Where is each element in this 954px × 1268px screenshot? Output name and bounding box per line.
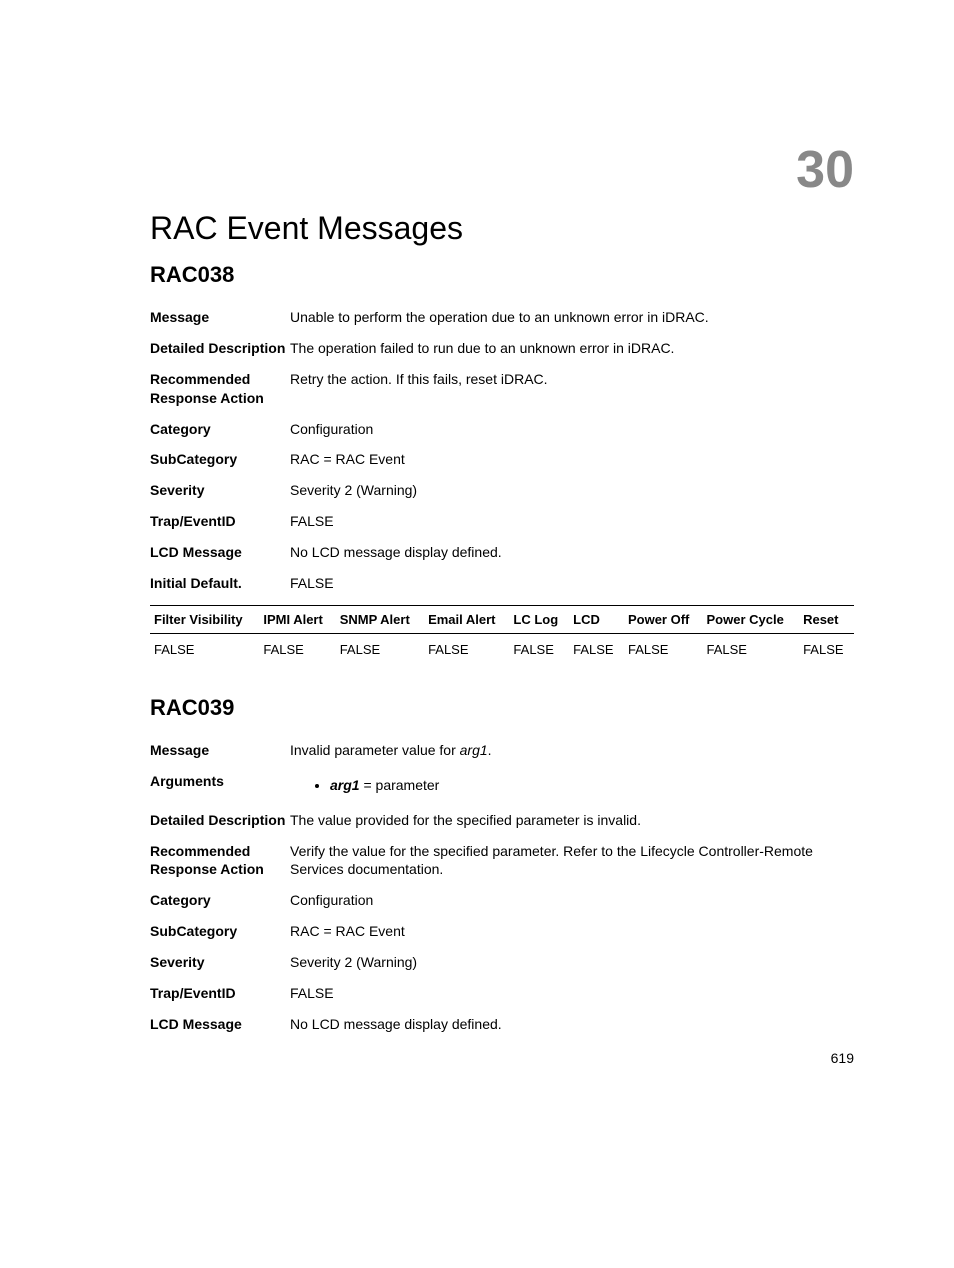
td-lcd: FALSE (569, 633, 624, 665)
td-ipmi-alert: FALSE (259, 633, 335, 665)
message-prefix: Invalid parameter value for (290, 742, 460, 758)
td-email-alert: FALSE (424, 633, 509, 665)
th-lc-log: LC Log (509, 605, 569, 633)
field-row: Trap/EventID FALSE (150, 512, 854, 531)
field-value-detailed: The operation failed to run due to an un… (290, 339, 854, 358)
field-label-arguments: Arguments (150, 772, 290, 799)
th-lcd: LCD (569, 605, 624, 633)
field-row: Severity Severity 2 (Warning) (150, 953, 854, 972)
field-value-trap: FALSE (290, 984, 854, 1003)
field-label-trap: Trap/EventID (150, 512, 290, 531)
field-label-subcategory: SubCategory (150, 450, 290, 469)
field-row: SubCategory RAC = RAC Event (150, 450, 854, 469)
field-label-lcd: LCD Message (150, 1015, 290, 1034)
message-suffix: . (488, 742, 492, 758)
field-value-lcd: No LCD message display defined. (290, 543, 854, 562)
td-power-off: FALSE (624, 633, 703, 665)
field-label-subcategory: SubCategory (150, 922, 290, 941)
field-row: Severity Severity 2 (Warning) (150, 481, 854, 500)
th-ipmi-alert: IPMI Alert (259, 605, 335, 633)
field-value-trap: FALSE (290, 512, 854, 531)
td-snmp-alert: FALSE (336, 633, 424, 665)
field-value-recommended: Retry the action. If this fails, reset i… (290, 370, 854, 408)
th-reset: Reset (799, 605, 854, 633)
arg-desc: = parameter (360, 777, 440, 793)
th-power-cycle: Power Cycle (703, 605, 800, 633)
argument-item: arg1 = parameter (330, 776, 854, 795)
field-value-recommended: Verify the value for the specified param… (290, 842, 854, 880)
arguments-list: arg1 = parameter (290, 776, 854, 795)
th-snmp-alert: SNMP Alert (336, 605, 424, 633)
table-row: FALSE FALSE FALSE FALSE FALSE FALSE FALS… (150, 633, 854, 665)
field-row: Detailed Description The value provided … (150, 811, 854, 830)
section-heading-rac039: RAC039 (150, 695, 854, 721)
field-value-subcategory: RAC = RAC Event (290, 450, 854, 469)
field-value-severity: Severity 2 (Warning) (290, 481, 854, 500)
field-value-arguments: arg1 = parameter (290, 772, 854, 799)
field-row: Trap/EventID FALSE (150, 984, 854, 1003)
field-value-category: Configuration (290, 420, 854, 439)
arg-name: arg1 (330, 777, 360, 793)
field-row: Category Configuration (150, 891, 854, 910)
table-header-row: Filter Visibility IPMI Alert SNMP Alert … (150, 605, 854, 633)
field-value-message: Unable to perform the operation due to a… (290, 308, 854, 327)
field-label-recommended: Recommended Response Action (150, 370, 290, 408)
page-container: 30 RAC Event Messages RAC038 Message Una… (0, 0, 954, 1106)
field-label-recommended: Recommended Response Action (150, 842, 290, 880)
field-row: Recommended Response Action Verify the v… (150, 842, 854, 880)
field-label-category: Category (150, 891, 290, 910)
field-row: Message Invalid parameter value for arg1… (150, 741, 854, 760)
field-value-initial: FALSE (290, 574, 854, 593)
th-email-alert: Email Alert (424, 605, 509, 633)
field-row: Arguments arg1 = parameter (150, 772, 854, 799)
td-power-cycle: FALSE (703, 633, 800, 665)
field-label-lcd: LCD Message (150, 543, 290, 562)
field-row: Message Unable to perform the operation … (150, 308, 854, 327)
field-label-detailed: Detailed Description (150, 339, 290, 358)
page-number: 619 (831, 1050, 854, 1066)
field-row: LCD Message No LCD message display defin… (150, 1015, 854, 1034)
page-title: RAC Event Messages (150, 210, 854, 247)
field-value-subcategory: RAC = RAC Event (290, 922, 854, 941)
field-value-message: Invalid parameter value for arg1. (290, 741, 854, 760)
td-reset: FALSE (799, 633, 854, 665)
field-value-detailed: The value provided for the specified par… (290, 811, 854, 830)
field-label-message: Message (150, 308, 290, 327)
section-heading-rac038: RAC038 (150, 262, 854, 288)
field-label-severity: Severity (150, 953, 290, 972)
td-filter-visibility: FALSE (150, 633, 259, 665)
field-value-lcd: No LCD message display defined. (290, 1015, 854, 1034)
field-label-trap: Trap/EventID (150, 984, 290, 1003)
th-filter-visibility: Filter Visibility (150, 605, 259, 633)
field-label-detailed: Detailed Description (150, 811, 290, 830)
th-power-off: Power Off (624, 605, 703, 633)
field-row: Initial Default. FALSE (150, 574, 854, 593)
message-arg: arg1 (460, 742, 488, 758)
field-row: LCD Message No LCD message display defin… (150, 543, 854, 562)
field-row: Recommended Response Action Retry the ac… (150, 370, 854, 408)
field-row: Category Configuration (150, 420, 854, 439)
field-row: SubCategory RAC = RAC Event (150, 922, 854, 941)
field-row: Detailed Description The operation faile… (150, 339, 854, 358)
field-label-message: Message (150, 741, 290, 760)
field-label-severity: Severity (150, 481, 290, 500)
field-label-initial: Initial Default. (150, 574, 290, 593)
field-value-category: Configuration (290, 891, 854, 910)
td-lc-log: FALSE (509, 633, 569, 665)
chapter-number: 30 (796, 140, 854, 200)
alerts-table-rac038: Filter Visibility IPMI Alert SNMP Alert … (150, 605, 854, 665)
field-value-severity: Severity 2 (Warning) (290, 953, 854, 972)
field-label-category: Category (150, 420, 290, 439)
